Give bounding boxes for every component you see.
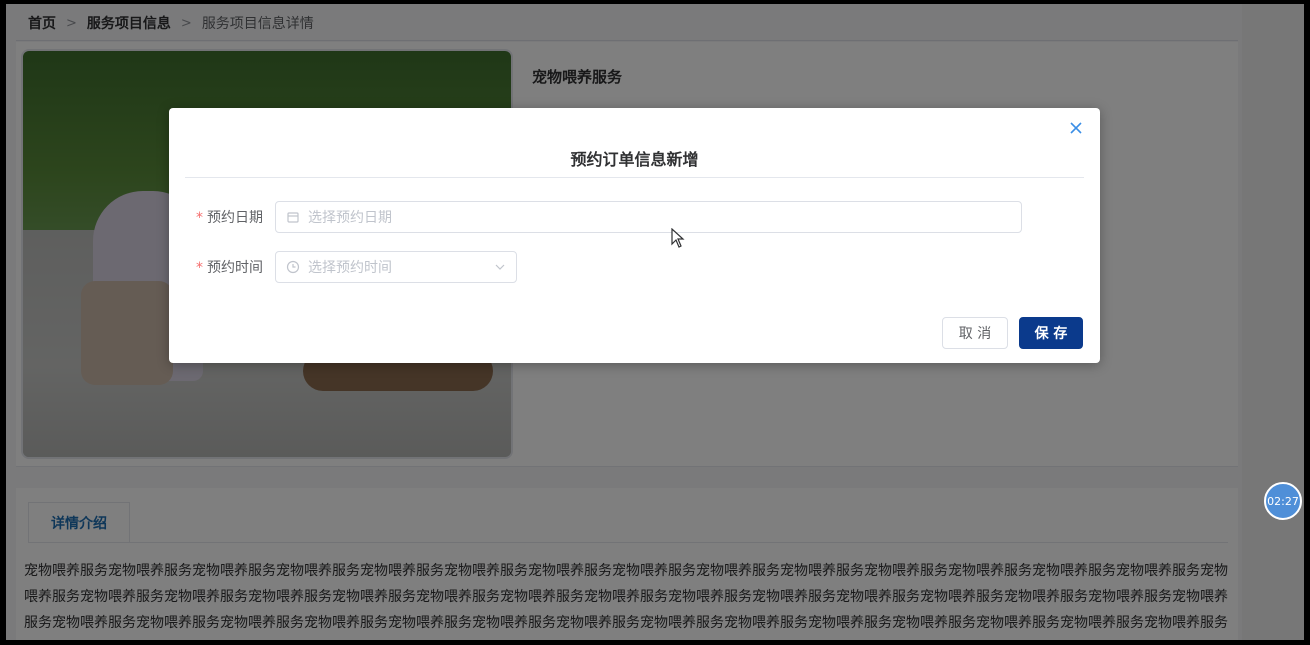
form-row-date: * 预约日期 选择预约日期 bbox=[169, 201, 1022, 233]
close-icon[interactable] bbox=[1070, 120, 1082, 138]
date-placeholder: 选择预约日期 bbox=[308, 210, 392, 226]
time-label: * 预约时间 bbox=[169, 257, 275, 277]
timer-badge[interactable]: 02:27 bbox=[1264, 482, 1302, 520]
dialog-divider bbox=[185, 177, 1084, 178]
cancel-button[interactable]: 取 消 bbox=[942, 317, 1008, 349]
required-mark: * bbox=[196, 260, 203, 276]
dialog-title: 预约订单信息新增 bbox=[570, 150, 699, 169]
clock-icon bbox=[286, 260, 300, 274]
time-label-text: 预约时间 bbox=[207, 260, 263, 276]
form-row-time: * 预约时间 选择预约时间 bbox=[169, 251, 517, 283]
time-placeholder: 选择预约时间 bbox=[308, 260, 392, 276]
date-label-text: 预约日期 bbox=[207, 210, 263, 226]
required-mark: * bbox=[196, 210, 203, 226]
mouse-cursor-icon bbox=[671, 227, 685, 252]
save-button[interactable]: 保 存 bbox=[1019, 317, 1083, 349]
time-select-input[interactable]: 选择预约时间 bbox=[275, 251, 517, 283]
booking-dialog: 预约订单信息新增 * 预约日期 选择预约日期 * 预约时间 选择预约时间 取 消… bbox=[169, 108, 1100, 363]
date-label: * 预约日期 bbox=[169, 207, 275, 227]
calendar-icon bbox=[286, 210, 300, 224]
app-frame: 首页 > 服务项目信息 > 服务项目信息详情 宠物喂养服务 详情介绍 宠物喂养服… bbox=[6, 4, 1304, 640]
chevron-down-icon bbox=[494, 261, 506, 273]
date-picker-input[interactable]: 选择预约日期 bbox=[275, 201, 1022, 233]
